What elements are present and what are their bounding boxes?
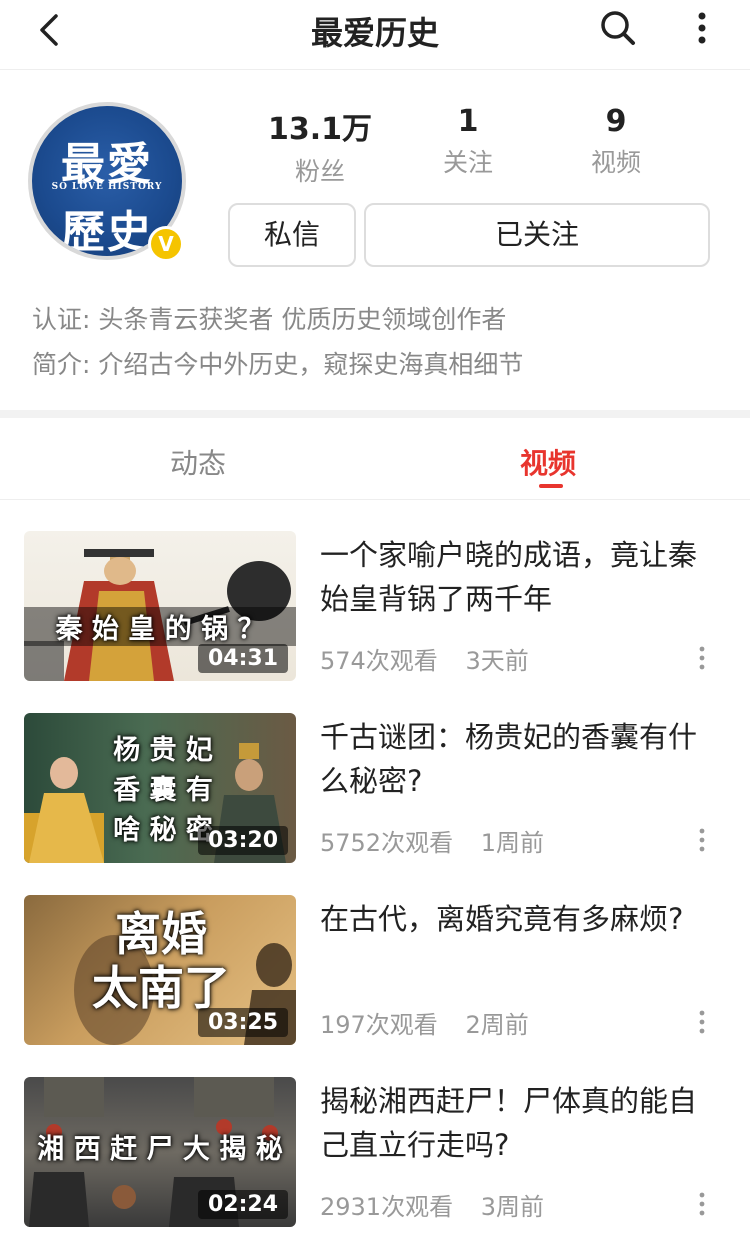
profile-stats: 13.1万 粉丝 1 关注 9 视频: [250, 104, 690, 186]
thumb-caption: 湘 西 赶 尸 大 揭 秘: [37, 1134, 283, 1165]
more-vertical-icon[interactable]: [690, 8, 714, 48]
video-title[interactable]: 一个家喻户晓的成语，竟让秦始皇背锅了两千年: [320, 533, 720, 621]
thumb-caption-line: 香 囊 有: [113, 775, 213, 806]
more-vertical-icon[interactable]: [694, 1189, 710, 1219]
video-views: 2931次观看: [320, 1193, 454, 1221]
video-duration: 04:31: [197, 644, 288, 673]
more-vertical-icon[interactable]: [694, 825, 710, 855]
video-time: 1周前: [480, 829, 544, 857]
video-views: 197次观看: [320, 1011, 438, 1039]
video-item[interactable]: 湘 西 赶 尸 大 揭 秘 02:24 揭秘湘西赶尸！尸体真的能自己直立行走吗?…: [0, 1077, 750, 1227]
cert-label: 认证:: [32, 305, 91, 334]
video-thumbnail[interactable]: 秦 始 皇 的 锅 ？ 04:31: [24, 531, 296, 681]
verified-badge-icon: V: [148, 226, 184, 262]
cert-value: 头条青云获奖者 优质历史领域创作者: [98, 305, 507, 334]
video-item[interactable]: 杨 贵 妃 香 囊 有 啥 秘 密 03:20 千古谜团：杨贵妃的香囊有什么秘密…: [0, 713, 750, 863]
video-duration: 03:25: [197, 1008, 288, 1037]
stat-fans[interactable]: 13.1万 粉丝: [250, 104, 390, 188]
thumb-caption-line: 离婚: [115, 907, 207, 961]
video-title[interactable]: 千古谜团：杨贵妃的香囊有什么秘密?: [320, 715, 720, 803]
stat-following[interactable]: 1 关注: [398, 104, 538, 179]
video-time: 2周前: [465, 1011, 529, 1039]
video-meta: 574次观看 3天前: [320, 641, 529, 676]
follow-button[interactable]: 已关注: [364, 203, 710, 267]
thumb-caption-line: 杨 贵 妃: [113, 735, 213, 766]
stat-videos[interactable]: 9 视频: [546, 104, 686, 179]
video-views: 574次观看: [320, 647, 438, 675]
video-thumbnail[interactable]: 湘 西 赶 尸 大 揭 秘 02:24: [24, 1077, 296, 1227]
tab-dynamic[interactable]: 动态: [170, 442, 226, 482]
more-vertical-icon[interactable]: [694, 1007, 710, 1037]
tab-video[interactable]: 视频: [520, 442, 576, 482]
stat-following-label: 关注: [442, 148, 493, 177]
stat-videos-label: 视频: [590, 148, 641, 177]
stat-fans-label: 粉丝: [294, 157, 345, 186]
video-views: 5752次观看: [320, 829, 454, 857]
video-thumbnail[interactable]: 杨 贵 妃 香 囊 有 啥 秘 密 03:20: [24, 713, 296, 863]
active-tab-indicator: [539, 484, 563, 488]
more-vertical-icon[interactable]: [694, 643, 710, 673]
section-divider: [0, 410, 750, 418]
stat-videos-value: 9: [605, 104, 627, 139]
video-thumbnail[interactable]: 离婚 太南了 03:25: [24, 895, 296, 1045]
intro-value: 介绍古今中外历史，窥探史海真相细节: [98, 350, 524, 379]
top-bar: 最爱历史: [0, 0, 750, 70]
video-item[interactable]: 离婚 太南了 03:25 在古代，离婚究竟有多麻烦? 197次观看 2周前: [0, 895, 750, 1045]
thumb-caption: 秦 始 皇 的 锅 ？: [24, 607, 296, 646]
introduction: 简介: 介绍古今中外历史，窥探史海真相细节: [32, 345, 523, 381]
video-meta: 197次观看 2周前: [320, 1005, 529, 1040]
video-title[interactable]: 揭秘湘西赶尸！尸体真的能自己直立行走吗?: [320, 1079, 720, 1167]
certification: 认证: 头条青云获奖者 优质历史领域创作者: [32, 300, 506, 336]
message-button[interactable]: 私信: [228, 203, 356, 267]
video-time: 3周前: [480, 1193, 544, 1221]
tab-bar: 动态 视频: [0, 418, 750, 500]
avatar-text-line2: SO LOVE HISTORY: [51, 182, 163, 192]
video-item[interactable]: 秦 始 皇 的 锅 ？ 04:31 一个家喻户晓的成语，竟让秦始皇背锅了两千年 …: [0, 531, 750, 681]
video-meta: 5752次观看 1周前: [320, 823, 544, 858]
avatar[interactable]: 最愛 SO LOVE HISTORY 歷史 V: [28, 102, 190, 264]
video-title[interactable]: 在古代，离婚究竟有多麻烦?: [320, 897, 720, 941]
stat-fans-value: 13.1万: [267, 112, 373, 147]
video-time: 3天前: [465, 647, 529, 675]
search-icon[interactable]: [598, 8, 638, 48]
video-duration: 02:24: [197, 1190, 288, 1219]
stat-following-value: 1: [457, 104, 479, 139]
video-meta: 2931次观看 3周前: [320, 1187, 544, 1222]
intro-label: 简介:: [32, 350, 91, 379]
thumb-caption-line: 太南了: [92, 961, 230, 1015]
video-duration: 03:20: [197, 826, 288, 855]
thumb-caption: 离婚 太南了: [86, 907, 236, 1015]
